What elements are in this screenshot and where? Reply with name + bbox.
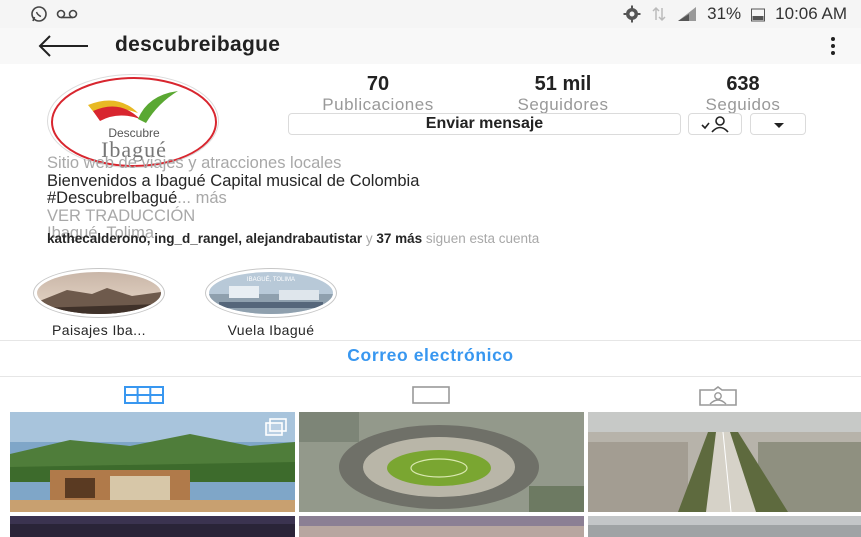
highlight-cover-image [37, 272, 161, 314]
clock-time: 10:06 AM [775, 4, 847, 23]
profile-bio: Sitio web de viajes y atracciones locale… [47, 154, 847, 243]
followed-by-and: y [362, 231, 377, 246]
bio-ellipsis: ... [177, 189, 192, 207]
stat-posts[interactable]: 70 Publicaciones [288, 74, 468, 116]
carousel-icon [265, 418, 287, 436]
bio-hashtag[interactable]: #DescubreIbagué [47, 189, 177, 207]
signal-icon [678, 7, 697, 21]
tagged-icon [698, 386, 737, 406]
followed-by-names: kathecalderono, ing_d_rangel, alejandrab… [47, 231, 363, 246]
bio-category: Sitio web de viajes y atracciones locale… [47, 154, 342, 172]
post-thumbnail[interactable] [10, 516, 295, 537]
whatsapp-icon [31, 6, 47, 22]
stat-following-value: 638 [726, 73, 760, 95]
tab-feed[interactable] [287, 384, 574, 408]
divider [0, 340, 861, 341]
divider [0, 376, 861, 377]
stat-posts-value: 70 [366, 73, 390, 95]
bio-more-link[interactable]: más [191, 189, 227, 207]
send-message-button[interactable]: Enviar mensaje [288, 113, 681, 135]
suggested-dropdown-button[interactable] [750, 113, 806, 135]
data-arrows-icon [652, 6, 666, 22]
highlight-cover-ring: IBAGUÉ, TOLIMA [205, 268, 337, 318]
profile-stats: 70 Publicaciones 51 mil Seguidores 638 S… [288, 74, 808, 114]
highlight-cover-ring [33, 268, 165, 318]
post-thumbnail[interactable] [299, 412, 584, 512]
email-contact-button[interactable]: Correo electrónico [0, 345, 861, 366]
followed-by-suffix: siguen esta cuenta [422, 231, 540, 246]
highlight-vuela-ibague[interactable]: IBAGUÉ, TOLIMA Vuela Ibagué [205, 268, 337, 338]
profile-username: descubreibague [115, 33, 281, 56]
tab-grid[interactable] [0, 384, 287, 408]
followed-by-count: 37 más [376, 231, 423, 246]
chevron-down-icon [774, 123, 784, 128]
status-bar: 31% 10:06 AM [0, 0, 861, 28]
battery-icon [751, 8, 766, 22]
post-thumbnail[interactable] [588, 516, 861, 537]
highlight-cover-image: IBAGUÉ, TOLIMA [209, 272, 333, 314]
voicemail-icon [56, 9, 78, 19]
translate-link[interactable]: VER TRADUCCIÓN [47, 207, 847, 226]
app-bar: descubreibague [0, 28, 861, 64]
back-arrow-icon[interactable] [36, 32, 90, 60]
settings-cog-icon [623, 5, 641, 23]
following-button[interactable] [688, 113, 742, 135]
battery-percent: 31% [707, 4, 742, 23]
stat-following[interactable]: 638 Seguidos [678, 74, 808, 116]
followed-by-text[interactable]: kathecalderono, ing_d_rangel, alejandrab… [47, 231, 847, 246]
bio-description: Bienvenidos a Ibagué Capital musical de … [47, 171, 420, 190]
stat-followers-value: 51 mil [534, 73, 592, 95]
highlight-label: Paisajes Iba... [52, 322, 146, 338]
feed-icon [411, 386, 450, 404]
highlight-image-text: IBAGUÉ, TOLIMA [247, 276, 295, 283]
stat-followers[interactable]: 51 mil Seguidores [476, 74, 650, 116]
tab-tagged[interactable] [574, 384, 861, 408]
post-thumbnail[interactable] [588, 412, 861, 512]
highlight-label: Vuela Ibagué [227, 322, 315, 338]
post-thumbnail[interactable] [299, 516, 584, 537]
highlight-paisajes[interactable]: Paisajes Iba... [33, 268, 165, 338]
grid-icon [123, 386, 164, 404]
post-thumbnail[interactable] [10, 412, 295, 512]
following-check-icon [701, 116, 729, 133]
more-options-icon[interactable] [826, 34, 840, 58]
